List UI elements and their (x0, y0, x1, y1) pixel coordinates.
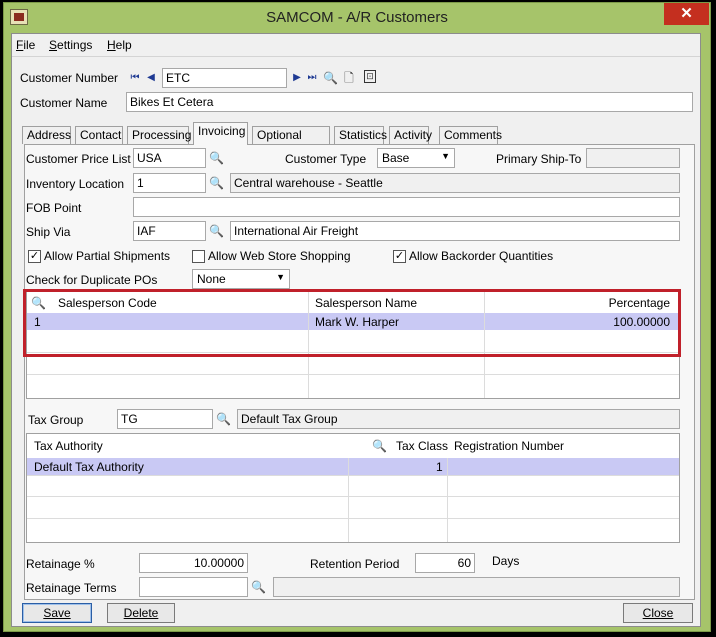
table-row[interactable]: Default Tax Authority 1 (27, 458, 679, 475)
invoicing-panel: Customer Price List USA 🔍 Customer Type … (23, 144, 695, 600)
ship-via-search-icon[interactable]: 🔍 (209, 224, 224, 238)
tax-group-search-icon[interactable]: 🔍 (216, 412, 231, 426)
window-close-button[interactable]: ✕ (664, 3, 709, 25)
tab-address[interactable]: Address (22, 126, 71, 144)
tax-authority-cell: Default Tax Authority (34, 460, 144, 474)
tax-group-label: Tax Group (28, 413, 84, 427)
tax-class-cell: 1 (436, 460, 443, 474)
tab-activity[interactable]: Activity (389, 126, 432, 144)
inventory-location-desc: Central warehouse - Seattle (230, 173, 680, 193)
days-label: Days (492, 554, 520, 568)
retainage-pct-label: Retainage % (26, 557, 95, 571)
tab-processing[interactable]: Processing (127, 126, 191, 144)
allow-partial-checkbox[interactable]: ✓ (28, 250, 41, 263)
customer-price-list-label: Customer Price List (26, 152, 131, 166)
fob-point-label: FOB Point (26, 201, 82, 215)
tax-authority-grid[interactable]: Tax Authority 🔍 Tax Class Registration N… (26, 433, 680, 543)
grid-divider (27, 374, 679, 375)
customer-name-label: Customer Name (20, 96, 108, 110)
customer-type-label: Customer Type (285, 152, 367, 166)
customer-type-select[interactable]: Base ▼ (377, 148, 455, 168)
menu-file[interactable]: File (16, 38, 35, 52)
chevron-down-icon: ▼ (276, 272, 285, 282)
customer-number-label: Customer Number (20, 71, 119, 85)
primary-ship-to-field[interactable] (586, 148, 680, 168)
inventory-location-label: Inventory Location (26, 177, 125, 191)
retainage-terms-desc (273, 577, 680, 597)
grid-column-divider (348, 458, 349, 542)
close-button[interactable]: Close (623, 603, 693, 623)
title-bar: SAMCOM - A/R Customers ✕ (4, 3, 710, 33)
tax-class-search-icon[interactable]: 🔍 (372, 439, 387, 453)
client-area: File Settings Help Customer Number ⏮ ◀ E… (11, 33, 701, 627)
allow-backorder-label: Allow Backorder Quantities (409, 249, 554, 263)
search-icon[interactable]: 🔍 (323, 71, 338, 85)
save-button[interactable]: Save (22, 603, 92, 623)
tax-authority-header[interactable]: Tax Authority (34, 439, 103, 453)
registration-number-header[interactable]: Registration Number (454, 439, 564, 453)
dup-po-select[interactable]: None ▼ (192, 269, 290, 289)
grid-divider (27, 496, 679, 497)
retention-period-label: Retention Period (310, 557, 400, 571)
chevron-down-icon: ▼ (441, 151, 450, 161)
retainage-pct-input[interactable]: 10.00000 (139, 553, 248, 573)
grid-divider (27, 475, 679, 476)
customer-name-input[interactable]: Bikes Et Cetera (126, 92, 693, 112)
retainage-terms-input[interactable] (139, 577, 248, 597)
allow-web-checkbox[interactable] (192, 250, 205, 263)
menu-bar: File Settings Help (12, 34, 700, 57)
next-record-icon[interactable]: ▶ (291, 71, 303, 85)
grid-column-divider (447, 458, 448, 542)
ship-via-input[interactable]: IAF (133, 221, 206, 241)
highlight-box (23, 289, 681, 357)
first-record-icon[interactable]: ⏮ (129, 71, 141, 85)
window-title: SAMCOM - A/R Customers (266, 9, 448, 26)
fob-point-input[interactable] (133, 197, 680, 217)
tab-optional-fields[interactable]: Optional Fields (252, 126, 330, 159)
zoom-icon[interactable]: ⊡ (364, 70, 376, 83)
customer-number-input[interactable]: ETC (162, 68, 287, 88)
ship-via-label: Ship Via (26, 225, 71, 239)
new-document-icon[interactable]: 🗋 (342, 71, 356, 85)
primary-ship-to-label: Primary Ship-To (496, 152, 582, 166)
menu-help[interactable]: Help (107, 38, 132, 52)
tab-invoicing[interactable]: Invoicing (193, 122, 248, 145)
app-window: SAMCOM - A/R Customers ✕ File Settings H… (3, 2, 711, 632)
tab-contact[interactable]: Contact (75, 126, 123, 144)
grid-divider (27, 518, 679, 519)
allow-backorder-checkbox[interactable]: ✓ (393, 250, 406, 263)
tax-group-input[interactable]: TG (117, 409, 213, 429)
allow-web-label: Allow Web Store Shopping (208, 249, 351, 263)
ship-via-desc: International Air Freight (230, 221, 680, 241)
inventory-location-input[interactable]: 1 (133, 173, 206, 193)
allow-partial-label: Allow Partial Shipments (44, 249, 171, 263)
last-record-icon[interactable]: ⏭ (306, 71, 318, 85)
menu-settings[interactable]: Settings (49, 38, 92, 52)
customer-price-list-input[interactable]: USA (133, 148, 206, 168)
tax-class-header[interactable]: Tax Class (396, 439, 448, 453)
dup-po-label: Check for Duplicate POs (26, 273, 158, 287)
delete-button[interactable]: Delete (107, 603, 175, 623)
location-search-icon[interactable]: 🔍 (209, 176, 224, 190)
tax-group-desc: Default Tax Group (237, 409, 680, 429)
tab-comments[interactable]: Comments (439, 126, 502, 144)
retainage-terms-search-icon[interactable]: 🔍 (251, 580, 266, 594)
price-list-search-icon[interactable]: 🔍 (209, 151, 224, 165)
retention-period-input[interactable]: 60 (415, 553, 475, 573)
retainage-terms-label: Retainage Terms (26, 581, 117, 595)
tab-statistics[interactable]: Statistics (334, 126, 387, 144)
previous-record-icon[interactable]: ◀ (145, 71, 157, 85)
